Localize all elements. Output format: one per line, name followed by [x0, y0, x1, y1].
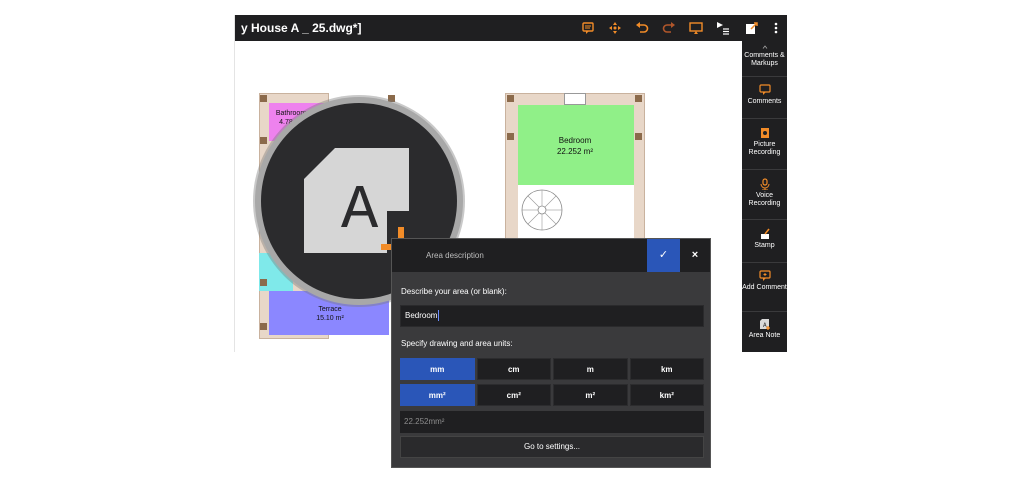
panel-item-label: Voice Recording [748, 192, 781, 207]
panel-item-label: Comments [747, 98, 782, 105]
panel-item-picture-recording[interactable]: Picture Recording [742, 118, 787, 168]
area-description-dialog: Area description ✓ × Describe your area … [391, 238, 711, 468]
microphone-icon [760, 178, 769, 190]
undo-icon[interactable] [635, 21, 649, 35]
unit-km2-button[interactable]: km² [629, 384, 704, 406]
redo-icon[interactable] [662, 21, 676, 35]
bedroom-label: Bedroom 22.252 m² [535, 135, 615, 157]
column [507, 95, 514, 102]
column [635, 133, 642, 140]
comments-markups-panel: Comments & Markups Comments Picture Reco… [742, 41, 787, 352]
column [260, 323, 267, 330]
panel-header[interactable]: Comments & Markups [742, 44, 787, 72]
confirm-button[interactable]: ✓ [647, 239, 680, 272]
panel-item-label: Add Comment [742, 284, 787, 291]
panel-item-comments[interactable]: Comments [742, 76, 787, 117]
unit-m2-button[interactable]: m² [553, 384, 628, 406]
panel-item-label: Stamp [754, 242, 775, 249]
stamp-icon [760, 228, 770, 239]
window [564, 93, 586, 105]
badge-letter: A [341, 175, 379, 246]
comment-icon [758, 84, 771, 95]
terrace-name: Terrace [318, 306, 342, 313]
length-units-selector: mm cm m km [400, 358, 704, 380]
document-title: y House A _ 25.dwg*] [241, 21, 362, 35]
play-list-icon[interactable] [716, 21, 730, 35]
area-units-selector: mm² cm² m² km² [400, 384, 704, 406]
describe-label: Describe your area (or blank): [401, 287, 507, 296]
unit-m-button[interactable]: m [553, 358, 628, 380]
dialog-header: Area description ✓ × [392, 239, 710, 272]
picture-icon [760, 128, 769, 138]
more-icon[interactable] [769, 21, 783, 35]
units-label: Specify drawing and area units: [401, 339, 513, 348]
screen: y House A _ 25.dwg*] Bathroom Terrace 15… [0, 0, 1024, 481]
top-toolbar: y House A _ 25.dwg*] [235, 15, 787, 41]
panel-item-add-comment[interactable]: Add Comment [742, 262, 787, 310]
comment-icon[interactable] [581, 21, 595, 35]
bedroom-name: Bedroom [558, 136, 592, 145]
chevron-up-icon [762, 45, 767, 49]
spiral-stair-icon [521, 189, 563, 231]
cast-icon[interactable] [689, 21, 703, 35]
close-button[interactable]: × [680, 239, 710, 272]
column [507, 133, 514, 140]
unit-mm2-button[interactable]: mm² [400, 384, 475, 406]
add-comment-icon [758, 270, 771, 281]
bedroom-area: 22.252 m² [556, 147, 594, 156]
text-caret [438, 310, 440, 322]
move-icon[interactable] [608, 21, 622, 35]
panel-header-label: Comments & Markups [744, 52, 785, 67]
panel-item-stamp[interactable]: Stamp [742, 219, 787, 261]
area-readout: 22.252mm² [400, 411, 704, 433]
terrace-area: 15.10 m² [316, 315, 344, 322]
area-note-icon: A [759, 319, 770, 330]
panel-item-area-note[interactable]: A Area Note [742, 311, 787, 352]
dialog-title: Area description [426, 251, 484, 260]
panel-item-label: Area Note [748, 332, 781, 339]
terrace-label: Terrace 15.10 m² [295, 305, 365, 323]
column [635, 95, 642, 102]
unit-cm2-button[interactable]: cm² [476, 384, 551, 406]
go-to-settings-button[interactable]: Go to settings... [400, 436, 704, 458]
area-description-value: Bedroom [405, 311, 438, 320]
unit-km-button[interactable]: km [629, 358, 704, 380]
area-description-input[interactable]: Bedroom [400, 305, 704, 327]
unit-mm-button[interactable]: mm [400, 358, 475, 380]
panel-item-voice-recording[interactable]: Voice Recording [742, 169, 787, 218]
panel-item-label: Picture Recording [748, 141, 781, 156]
export-icon[interactable] [745, 21, 759, 35]
unit-cm-button[interactable]: cm [476, 358, 551, 380]
column [260, 95, 267, 102]
